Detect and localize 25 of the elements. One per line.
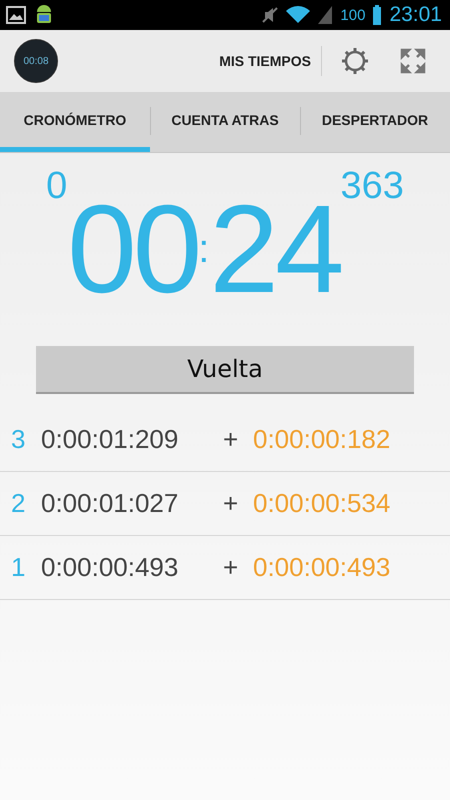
milliseconds: 363 — [340, 165, 404, 207]
lap-split-time: 0:00:00:182 — [253, 424, 390, 455]
tab[interactable]: DESPERTADOR — [300, 92, 450, 152]
lap-button[interactable]: Vuelta — [36, 346, 414, 394]
clock-time: 23:01 — [389, 3, 442, 27]
lap-split-time: 0:00:00:534 — [253, 488, 390, 519]
lap-number: 3 — [11, 424, 26, 455]
lap-number: 2 — [11, 488, 26, 519]
lap-total-time: 0:00:00:493 — [41, 552, 180, 583]
lap-number: 1 — [11, 552, 26, 583]
app-logo[interactable]: 00:08 — [14, 39, 58, 83]
lap-total-time: 0:00:01:027 — [41, 488, 180, 519]
my-times-button[interactable]: MIS TIEMPOS — [219, 46, 322, 76]
tab[interactable]: CUENTA ATRAS — [150, 92, 300, 152]
plus-sign: + — [223, 424, 240, 455]
battery-level: 100 — [340, 6, 366, 24]
hours: 0 — [46, 165, 68, 208]
time-separator: : — [198, 227, 210, 272]
plus-sign: + — [223, 488, 240, 519]
tab[interactable]: CRONÓMETRO — [0, 92, 150, 152]
plus-sign: + — [223, 552, 240, 583]
lap-split-time: 0:00:00:493 — [253, 552, 390, 583]
lap-total-time: 0:00:01:209 — [41, 424, 180, 455]
seconds: 24 — [209, 187, 340, 312]
minutes: 00 — [67, 187, 198, 312]
